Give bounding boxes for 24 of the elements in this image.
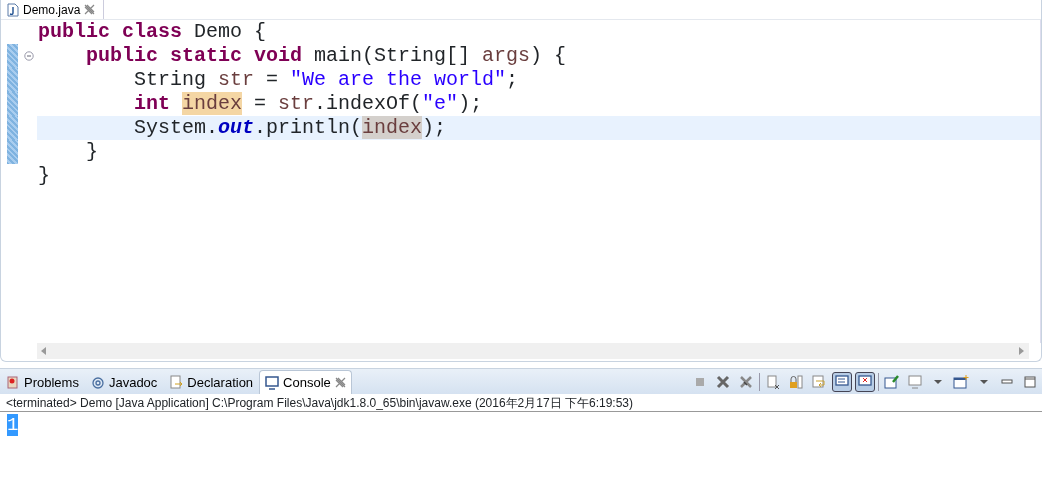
collapse-icon[interactable] <box>24 51 34 61</box>
console-error-icon[interactable] <box>855 372 875 392</box>
code-line: int index = str.indexOf("e"); <box>133 92 484 116</box>
close-icon[interactable] <box>334 377 346 388</box>
code-line: String str = "We are the world"; <box>133 68 520 92</box>
panel-tab[interactable]: Javadoc <box>84 370 164 394</box>
console-output-icon[interactable] <box>832 372 852 392</box>
code-line: } <box>85 140 99 164</box>
code-line: } <box>37 164 51 188</box>
monitor-icon <box>265 375 280 390</box>
warning-icon <box>6 375 20 390</box>
panel-tab[interactable]: Console <box>259 370 352 394</box>
document-icon <box>169 375 184 390</box>
scroll-left-icon[interactable] <box>41 347 47 355</box>
scroll-right-icon[interactable] <box>1019 347 1025 355</box>
panel-tab[interactable]: Problems <box>0 370 85 394</box>
java-file-icon <box>7 2 19 17</box>
panel-tab[interactable]: Declaration <box>163 370 260 394</box>
code-line: public static void main(String[] args) { <box>85 44 568 68</box>
horizontal-scrollbar[interactable] <box>37 343 1029 359</box>
new-window-icon[interactable] <box>951 372 971 392</box>
console-header: <terminated> Demo [Java Application] C:\Program Files\Java\jdk1.8.0_65\bin\javaw.exe (2016年2月17日 下午6:19:53) <box>0 394 1042 412</box>
close-icon[interactable] <box>84 4 96 15</box>
code-line: public class Demo { <box>37 20 268 44</box>
